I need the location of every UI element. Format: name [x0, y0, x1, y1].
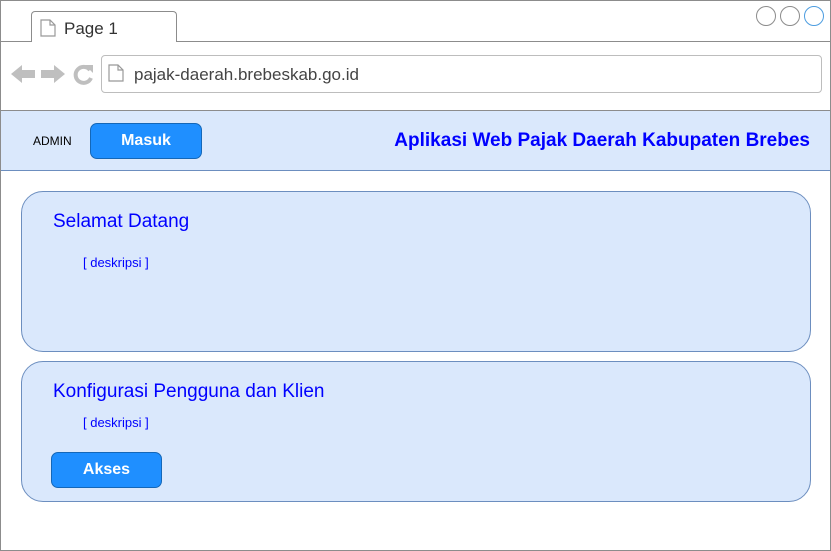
welcome-description: [ deskripsi ] [83, 255, 149, 270]
app-header: ADMIN Masuk Aplikasi Web Pajak Daerah Ka… [1, 111, 830, 171]
access-button[interactable]: Akses [51, 452, 162, 488]
navigation-bar: pajak-daerah.brebeskab.go.id [1, 42, 830, 111]
app-title: Aplikasi Web Pajak Daerah Kabupaten Breb… [394, 130, 810, 151]
address-bar[interactable]: pajak-daerah.brebeskab.go.id [101, 55, 822, 93]
tab-label: Page 1 [64, 19, 118, 38]
welcome-title: Selamat Datang [53, 211, 190, 232]
window-maximize-button[interactable] [780, 6, 800, 26]
document-icon [108, 64, 124, 87]
welcome-card: Selamat Datang [ deskripsi ] [21, 191, 811, 352]
document-icon [40, 19, 56, 42]
config-title: Konfigurasi Pengguna dan Klien [53, 381, 325, 402]
window-close-button[interactable] [804, 6, 824, 26]
browser-window: Page 1 pajak-daerah.brebeskab.go.id ADMI… [0, 0, 831, 551]
url-text: pajak-daerah.brebeskab.go.id [134, 65, 359, 84]
back-arrow-icon[interactable] [11, 64, 35, 89]
config-card: Konfigurasi Pengguna dan Klien [ deskrip… [21, 361, 811, 502]
browser-tab[interactable]: Page 1 [31, 11, 177, 42]
window-minimize-button[interactable] [756, 6, 776, 26]
admin-label: ADMIN [33, 134, 72, 148]
reload-icon[interactable] [72, 64, 94, 91]
login-button[interactable]: Masuk [90, 123, 202, 159]
forward-arrow-icon[interactable] [41, 64, 65, 89]
tab-bar: Page 1 [1, 1, 830, 42]
config-description: [ deskripsi ] [83, 415, 149, 430]
